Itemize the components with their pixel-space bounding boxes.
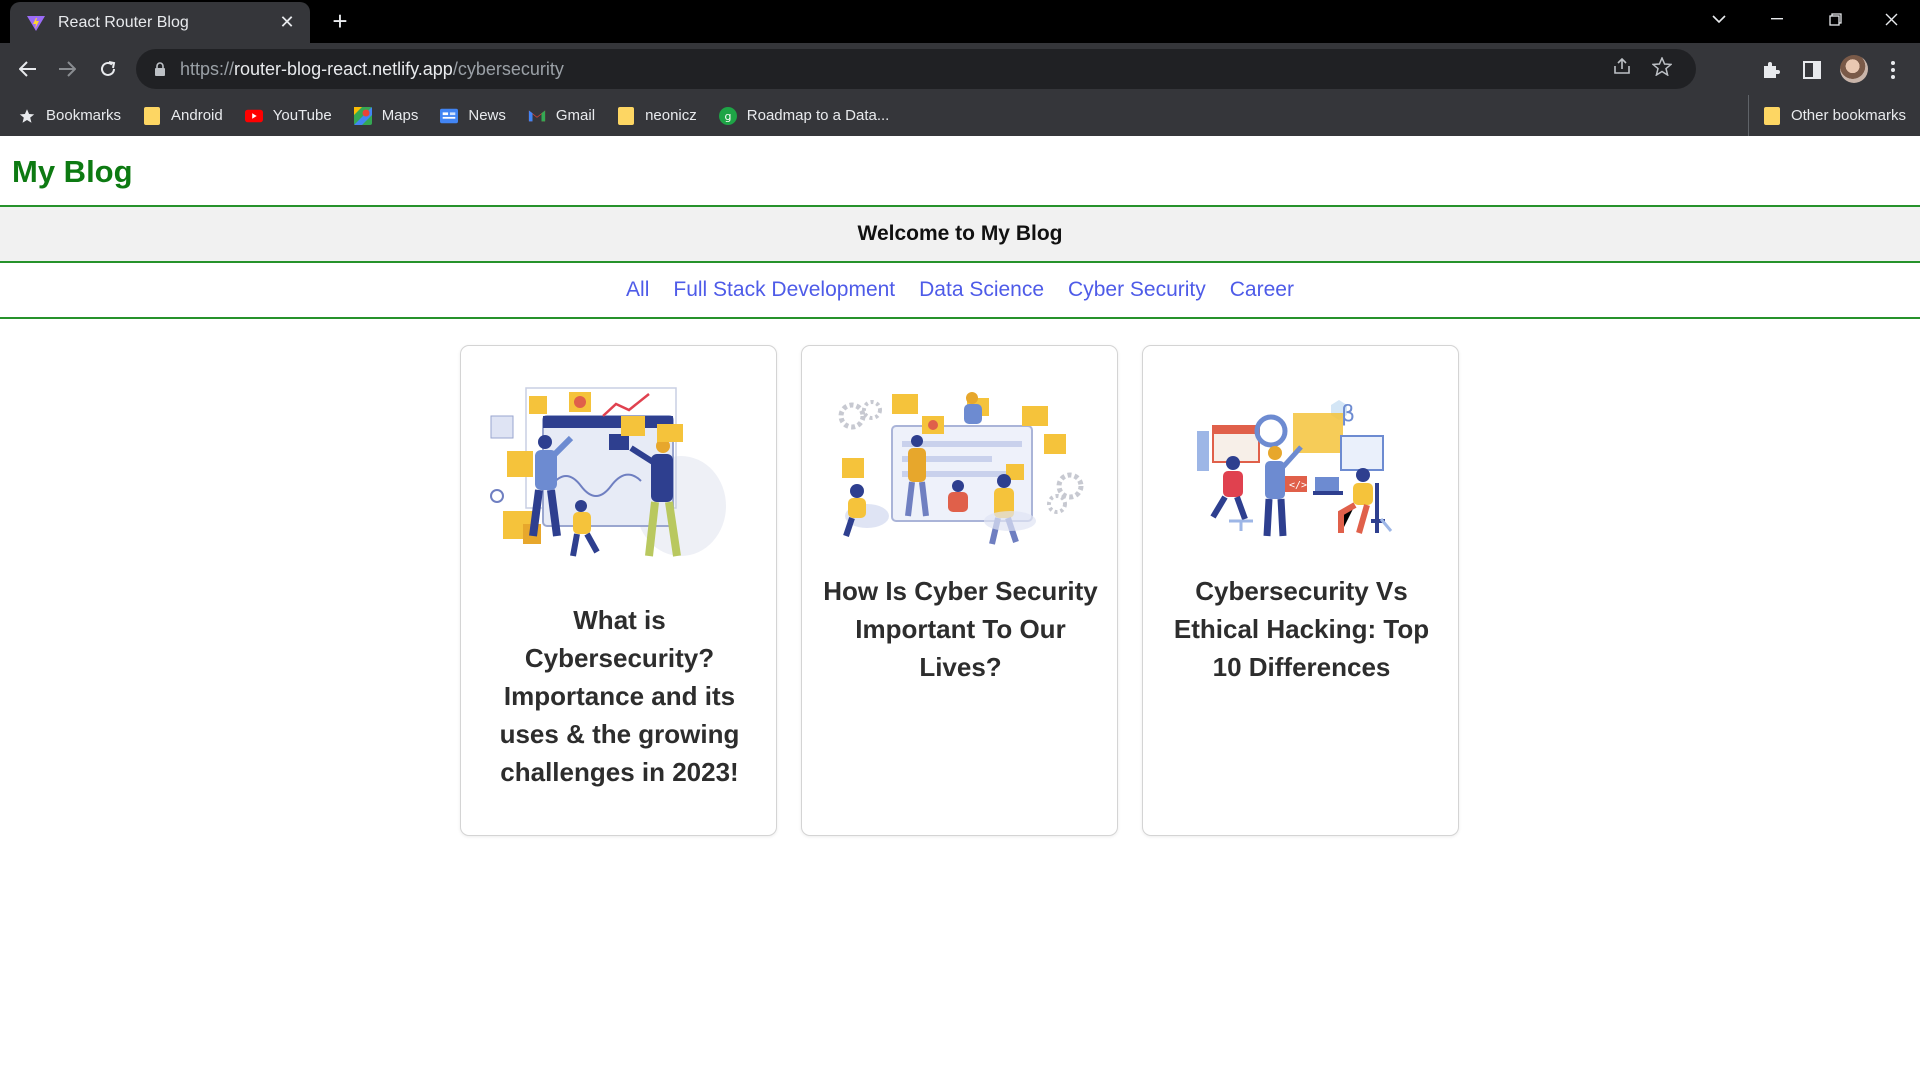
new-tab-button[interactable]: +	[324, 6, 356, 38]
more-menu-icon[interactable]	[1878, 55, 1908, 85]
vite-favicon-icon	[27, 15, 45, 31]
tab-title: React Router Blog	[58, 13, 189, 31]
team-dashboard-illustration	[490, 387, 726, 557]
post-title[interactable]: How Is Cyber Security Important To Our L…	[820, 572, 1101, 686]
browser-chrome: React Router Blog ✕ + https://router-blo…	[0, 0, 1920, 136]
side-panel-icon[interactable]	[1797, 55, 1827, 85]
bookmark-item[interactable]: g Roadmap to a Data...	[718, 106, 889, 125]
roadmap-icon: g	[718, 106, 737, 125]
profile-avatar[interactable]	[1840, 55, 1868, 83]
developers-coding-illustration: β </>	[1197, 400, 1393, 537]
post-card[interactable]: What is Cybersecurity? Importance and it…	[460, 345, 777, 836]
maps-icon	[353, 106, 372, 125]
team-collaboration-illustration	[838, 392, 1084, 545]
folder-icon	[617, 106, 635, 125]
close-window-icon[interactable]	[1862, 0, 1920, 38]
back-icon[interactable]	[12, 53, 44, 85]
address-bar[interactable]: https://router-blog-react.netlify.app/cy…	[136, 49, 1696, 89]
bookmark-star-icon[interactable]	[1642, 55, 1682, 82]
reload-icon[interactable]	[92, 53, 124, 85]
svg-text:β: β	[1341, 402, 1355, 427]
tab-search-icon[interactable]	[1690, 0, 1748, 38]
forward-icon[interactable]	[51, 53, 83, 85]
star-icon	[18, 107, 36, 125]
category-link-all[interactable]: All	[626, 278, 649, 302]
bookmark-item[interactable]: Android	[143, 106, 223, 125]
post-card[interactable]: β </> Cybersecurity Vs Ethical Hacking: …	[1142, 345, 1459, 836]
category-link-career[interactable]: Career	[1230, 278, 1294, 302]
category-nav: All Full Stack Development Data Science …	[0, 263, 1920, 317]
post-title[interactable]: What is Cybersecurity? Importance and it…	[479, 601, 760, 791]
category-link-full-stack[interactable]: Full Stack Development	[673, 278, 895, 302]
bookmark-item[interactable]: YouTube	[244, 107, 332, 125]
page-content: My Blog Welcome to My Blog All Full Stac…	[0, 136, 1920, 1080]
minimize-icon[interactable]	[1748, 0, 1806, 38]
share-icon[interactable]	[1602, 57, 1642, 81]
gmail-icon	[528, 107, 546, 125]
svg-text:</>: </>	[1289, 480, 1307, 491]
category-link-data-science[interactable]: Data Science	[919, 278, 1044, 302]
bookmarks-bar: Bookmarks Android YouTube Maps News Gmai…	[0, 95, 1920, 136]
bookmark-item[interactable]: neonicz	[617, 106, 697, 125]
folder-icon	[1763, 106, 1781, 125]
youtube-icon	[244, 107, 263, 125]
bookmark-item[interactable]: Maps	[353, 106, 418, 125]
post-title[interactable]: Cybersecurity Vs Ethical Hacking: Top 10…	[1161, 572, 1442, 686]
post-card[interactable]: How Is Cyber Security Important To Our L…	[801, 345, 1118, 836]
lock-icon	[154, 62, 166, 76]
restore-icon[interactable]	[1806, 0, 1864, 38]
tab-close-icon[interactable]: ✕	[276, 12, 298, 33]
folder-icon	[143, 106, 161, 125]
extensions-icon[interactable]	[1756, 55, 1786, 85]
site-logo[interactable]: My Blog	[12, 154, 133, 190]
news-icon	[440, 107, 459, 125]
bookmark-item[interactable]: Bookmarks	[18, 107, 121, 125]
other-bookmarks[interactable]: Other bookmarks	[1747, 95, 1906, 136]
divider	[0, 317, 1920, 319]
tab-strip: React Router Blog ✕ +	[0, 0, 1920, 43]
bookmark-item[interactable]: News	[440, 107, 506, 125]
browser-toolbar: https://router-blog-react.netlify.app/cy…	[0, 43, 1920, 95]
url-text[interactable]: https://router-blog-react.netlify.app/cy…	[180, 59, 1602, 80]
browser-tab[interactable]: React Router Blog ✕	[10, 2, 310, 43]
category-link-cyber-security[interactable]: Cyber Security	[1068, 278, 1206, 302]
svg-text:g: g	[724, 110, 731, 123]
welcome-banner: Welcome to My Blog	[0, 207, 1920, 261]
bookmark-item[interactable]: Gmail	[528, 107, 595, 125]
